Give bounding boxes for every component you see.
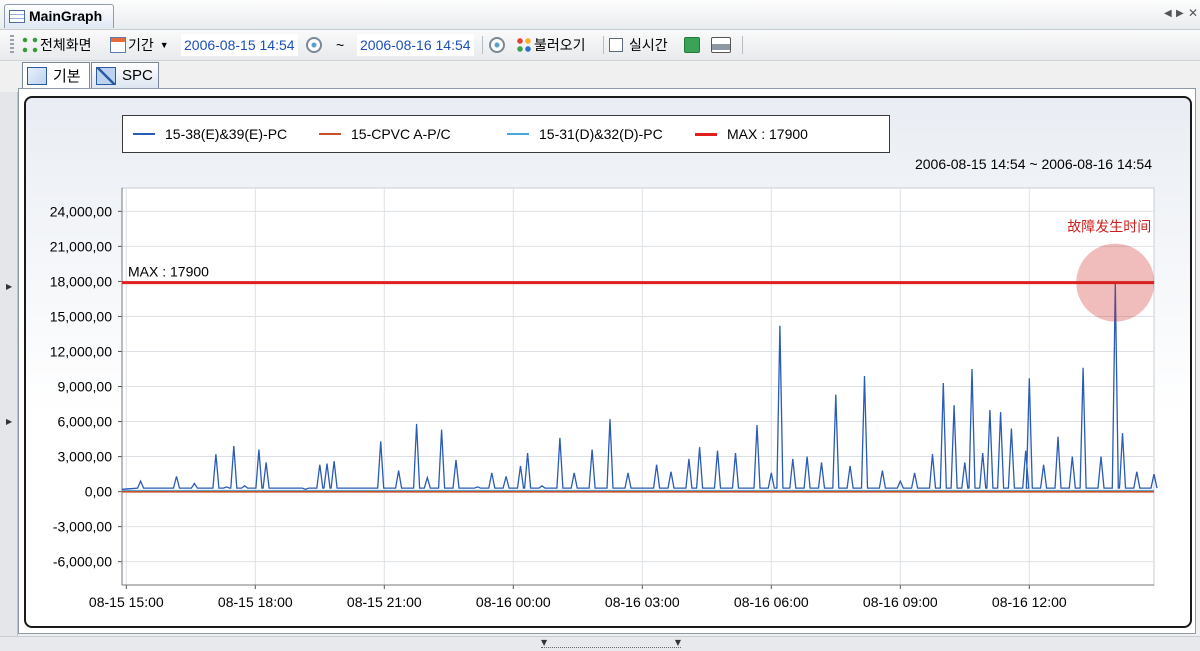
x-tick-label: 08-16 00:00 [476, 594, 551, 610]
y-tick-label: 0,00 [85, 484, 112, 500]
chevron-down-icon: ▼ [674, 638, 681, 647]
x-tick-label: 08-15 21:00 [347, 594, 422, 610]
y-tick-label: 15,000,00 [50, 308, 112, 324]
x-tick-label: 08-16 06:00 [734, 594, 809, 610]
splitter-handle[interactable]: ▼ ▼ [541, 638, 681, 648]
x-tick-label: 08-16 12:00 [992, 594, 1067, 610]
y-tick-label: -3,000,00 [53, 519, 112, 535]
y-tick-label: 9,000,00 [58, 379, 113, 395]
x-tick-label: 08-16 03:00 [605, 594, 680, 610]
max-line-label: MAX : 17900 [128, 264, 209, 280]
chevron-down-icon: ▼ [541, 638, 548, 647]
y-tick-label: 12,000,00 [50, 343, 112, 359]
x-tick-label: 08-16 09:00 [863, 594, 938, 610]
y-tick-label: -6,000,00 [53, 554, 112, 570]
y-tick-label: 24,000,00 [50, 203, 112, 219]
y-tick-label: 18,000,00 [50, 273, 112, 289]
x-tick-label: 08-15 18:00 [218, 594, 293, 610]
y-tick-label: 6,000,00 [58, 414, 113, 430]
x-tick-label: 08-15 15:00 [89, 594, 164, 610]
bottom-splitter-bar: ▼ ▼ [0, 636, 1200, 651]
y-tick-label: 21,000,00 [50, 238, 112, 254]
fault-time-highlight [1076, 243, 1155, 322]
fault-time-annotation: 故障发生时间 [1067, 220, 1151, 236]
y-tick-label: 3,000,00 [58, 449, 113, 465]
line-chart: 24,000,00 21,000,00 18,000,00 15,000,00 12,0… [50, 187, 1158, 610]
